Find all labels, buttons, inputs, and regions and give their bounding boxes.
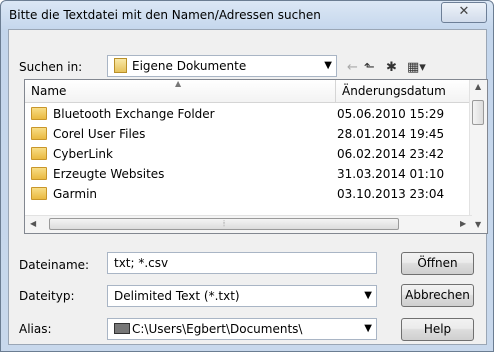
up-folder-icon[interactable]: ⬑ <box>364 60 375 75</box>
alias-label: Alias: <box>19 322 52 336</box>
folder-icon <box>31 107 47 120</box>
horizontal-scrollbar[interactable]: ◀ ⦙ ▶ <box>25 215 472 233</box>
folder-icon <box>31 187 47 200</box>
file-open-dialog: Bitte die Textdatei mit den Namen/Adress… <box>0 0 494 352</box>
chevron-down-icon: ▼ <box>324 60 332 71</box>
look-in-label: Suchen in: <box>19 60 83 74</box>
folder-icon <box>31 127 47 140</box>
alias-combo[interactable]: C:\Users\Egbert\Documents\ ▼ <box>107 318 377 340</box>
documents-folder-icon <box>114 58 127 73</box>
filetype-label: Dateityp: <box>19 289 75 303</box>
folder-icon <box>31 147 47 160</box>
new-folder-icon[interactable]: ✱ <box>386 60 397 75</box>
list-item[interactable]: CyberLink 06.02.2014 23:42 <box>25 145 474 165</box>
open-button[interactable]: Öffnen <box>401 252 474 275</box>
folder-icon <box>31 167 47 180</box>
title-bar[interactable]: Bitte die Textdatei mit den Namen/Adress… <box>1 1 493 29</box>
scroll-left-icon[interactable]: ◀ <box>30 219 36 228</box>
dialog-client-area: Suchen in: Eigene Dokumente ▼ ← ⬑ ✱ ▦▾ N… <box>8 29 488 345</box>
column-header-name[interactable]: Name ▲ <box>25 80 336 103</box>
look-in-combo[interactable]: Eigene Dokumente ▼ <box>107 55 337 77</box>
file-list[interactable]: Name ▲ Änderungsdatum Bluetooth Exchange… <box>24 79 488 234</box>
scroll-right-icon[interactable]: ▶ <box>460 219 466 228</box>
scroll-down-icon[interactable]: ▼ <box>475 220 481 229</box>
look-in-value: Eigene Dokumente <box>132 59 247 73</box>
list-item[interactable]: Bluetooth Exchange Folder 05.06.2010 15:… <box>25 105 474 125</box>
chevron-down-icon: ▼ <box>364 323 372 334</box>
views-menu-icon[interactable]: ▦▾ <box>407 60 426 75</box>
filename-input[interactable]: txt; *.csv <box>107 252 377 274</box>
horizontal-scroll-thumb[interactable]: ⦙ <box>49 218 399 230</box>
list-item[interactable]: Erzeugte Websites 31.03.2014 01:10 <box>25 165 474 185</box>
list-item[interactable]: Corel User Files 28.01.2014 19:45 <box>25 125 474 145</box>
help-button[interactable]: Help <box>401 318 474 341</box>
drive-icon <box>114 323 130 334</box>
close-button[interactable]: ✕ <box>441 2 487 23</box>
filename-label: Dateiname: <box>19 258 90 272</box>
scroll-up-icon[interactable]: ▲ <box>475 82 481 91</box>
sort-arrow-icon: ▲ <box>175 79 182 88</box>
filetype-combo[interactable]: Delimited Text (*.txt) ▼ <box>107 285 377 307</box>
vertical-scrollbar[interactable]: ▲ ▼ <box>469 80 487 233</box>
vertical-scroll-thumb[interactable] <box>472 100 484 125</box>
chevron-down-icon: ▼ <box>364 290 372 301</box>
dialog-title: Bitte die Textdatei mit den Namen/Adress… <box>9 8 321 22</box>
column-header-date[interactable]: Änderungsdatum <box>336 80 472 103</box>
back-icon[interactable]: ← <box>347 60 358 75</box>
list-item[interactable]: Garmin 03.10.2013 23:04 <box>25 185 474 205</box>
cancel-button[interactable]: Abbrechen <box>401 284 474 307</box>
